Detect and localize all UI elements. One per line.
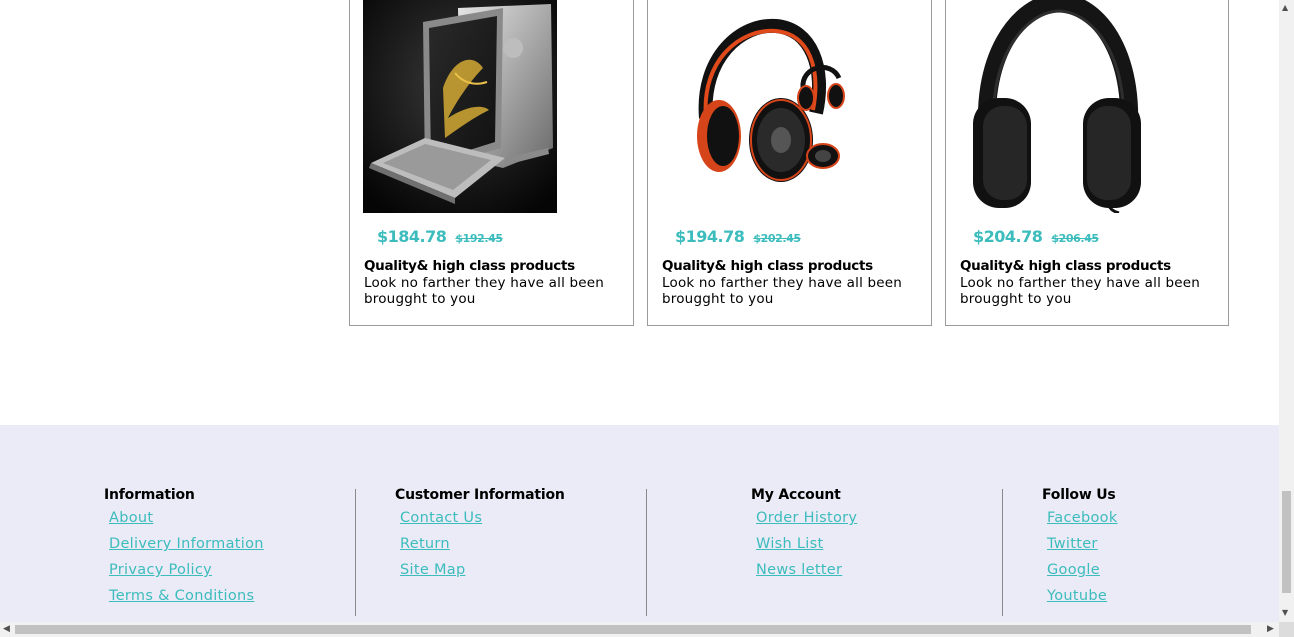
product-description: Look no farther they have all been broug…	[364, 275, 605, 307]
product-title[interactable]: Quality& high class products	[364, 258, 575, 274]
current-price: $194.78	[675, 227, 745, 246]
footer-heading: Customer Information	[395, 487, 565, 503]
product-card[interactable]: $194.78 $202.45 Quality& high class produ…	[647, 0, 932, 326]
footer-column-follow-us: Follow Us Facebook Twitter Google Youtub…	[1042, 487, 1118, 609]
old-price: $206.45	[1051, 232, 1099, 245]
laptop-tablet-image[interactable]	[363, 0, 557, 213]
triangle-down-icon[interactable]: ▼	[1282, 609, 1288, 617]
footer-heading: Follow Us	[1042, 487, 1116, 503]
footer-link-delivery-information[interactable]: Delivery Information	[109, 531, 264, 557]
footer-link-order-history[interactable]: Order History	[756, 505, 857, 531]
site-footer: Information About Delivery Information P…	[0, 425, 1279, 622]
product-card[interactable]: $204.78 $206.45 Quality& high class produ…	[945, 0, 1229, 326]
vertical-scrollbar[interactable]: ▲ ▼	[1279, 0, 1294, 622]
triangle-left-icon[interactable]: ◀	[3, 624, 10, 634]
current-price: $204.78	[973, 227, 1043, 246]
footer-column-information: Information About Delivery Information P…	[104, 487, 264, 609]
vertical-scroll-thumb[interactable]	[1282, 491, 1291, 593]
footer-link-privacy-policy[interactable]: Privacy Policy	[109, 557, 264, 583]
footer-column-my-account: My Account Order History Wish List News …	[751, 487, 857, 583]
footer-link-return[interactable]: Return	[400, 531, 565, 557]
old-price: $202.45	[753, 232, 801, 245]
footer-divider	[1002, 489, 1003, 616]
product-description: Look no farther they have all been broug…	[960, 275, 1201, 307]
triangle-up-icon[interactable]: ▲	[1282, 4, 1288, 12]
footer-link-site-map[interactable]: Site Map	[400, 557, 565, 583]
footer-link-terms-conditions[interactable]: Terms & Conditions	[109, 583, 264, 609]
footer-heading: My Account	[751, 487, 841, 503]
product-title[interactable]: Quality& high class products	[960, 258, 1171, 274]
footer-link-newsletter[interactable]: News letter	[756, 557, 857, 583]
product-title[interactable]: Quality& high class products	[662, 258, 873, 274]
price-group: $194.78 $202.45	[675, 227, 801, 246]
headphones-red-image[interactable]	[661, 0, 855, 213]
footer-divider	[355, 489, 356, 616]
triangle-right-icon[interactable]: ▶	[1267, 624, 1274, 634]
product-description: Look no farther they have all been broug…	[662, 275, 903, 307]
footer-heading: Information	[104, 487, 195, 503]
price-group: $184.78 $192.45	[377, 227, 503, 246]
product-card[interactable]: $184.78 $192.45 Quality& high class produ…	[349, 0, 634, 326]
footer-link-about[interactable]: About	[109, 505, 264, 531]
footer-link-google[interactable]: Google	[1047, 557, 1118, 583]
horizontal-scroll-thumb[interactable]	[15, 625, 1251, 634]
footer-link-wish-list[interactable]: Wish List	[756, 531, 857, 557]
old-price: $192.45	[455, 232, 503, 245]
headphones-black-image[interactable]	[959, 0, 1153, 213]
scrollbar-corner	[1279, 622, 1294, 637]
footer-column-customer-information: Customer Information Contact Us Return S…	[395, 487, 565, 583]
footer-divider	[646, 489, 647, 616]
footer-link-facebook[interactable]: Facebook	[1047, 505, 1118, 531]
horizontal-scrollbar[interactable]: ◀ ▶	[0, 622, 1279, 637]
price-group: $204.78 $206.45	[973, 227, 1099, 246]
current-price: $184.78	[377, 227, 447, 246]
footer-link-contact-us[interactable]: Contact Us	[400, 505, 565, 531]
page-viewport: $184.78 $192.45 Quality& high class produ…	[0, 0, 1279, 622]
footer-link-twitter[interactable]: Twitter	[1047, 531, 1118, 557]
footer-link-youtube[interactable]: Youtube	[1047, 583, 1118, 609]
